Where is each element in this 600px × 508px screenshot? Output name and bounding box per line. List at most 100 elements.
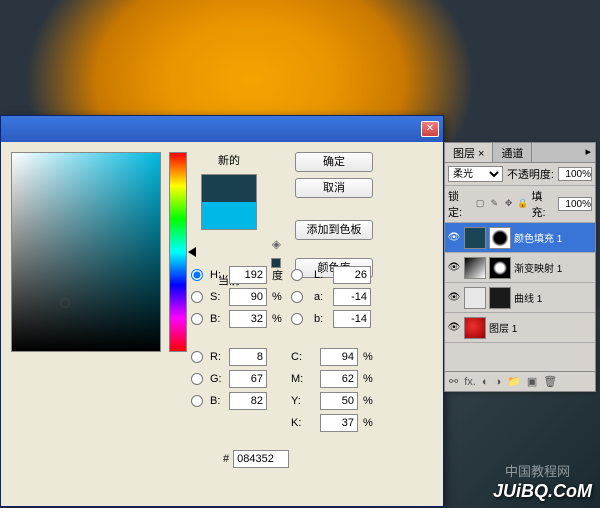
l-radio[interactable]	[291, 269, 303, 281]
visibility-icon[interactable]: 👁	[447, 292, 461, 303]
hue-slider[interactable]	[169, 152, 187, 352]
color-swatch	[201, 174, 257, 230]
dialog-titlebar[interactable]: ✕	[1, 116, 443, 142]
c-input[interactable]	[320, 348, 358, 366]
mask-icon[interactable]: ◐	[482, 376, 489, 388]
lock-transparent-icon[interactable]: ▢	[475, 198, 486, 210]
g-radio[interactable]	[191, 373, 203, 385]
c-unit: %	[363, 351, 379, 363]
folder-icon[interactable]: 📁	[507, 375, 521, 388]
s-unit: %	[272, 291, 288, 303]
layer-item[interactable]: 👁 颜色填充 1	[445, 223, 595, 253]
layer-thumb	[464, 227, 486, 249]
layer-name[interactable]: 图层 1	[489, 320, 593, 335]
opacity-label: 不透明度:	[507, 166, 554, 182]
lb-input[interactable]	[333, 310, 371, 328]
l-label: L:	[314, 269, 330, 281]
fx-icon[interactable]: fx.	[464, 376, 476, 388]
layer-mask-thumb	[489, 287, 511, 309]
layer-name[interactable]: 颜色填充 1	[514, 230, 593, 245]
trash-icon[interactable]: 🗑	[543, 375, 557, 388]
g-label: G:	[210, 373, 226, 385]
layer-name[interactable]: 渐变映射 1	[514, 260, 593, 275]
k-input[interactable]	[320, 414, 358, 432]
hex-label: #	[223, 453, 229, 465]
close-icon[interactable]: ✕	[421, 121, 439, 137]
bv-input[interactable]	[229, 310, 267, 328]
bb-input[interactable]	[229, 392, 267, 410]
new-color-swatch	[202, 175, 256, 202]
k-unit: %	[363, 417, 379, 429]
blend-mode-select[interactable]: 柔光	[448, 166, 503, 182]
layers-panel: 图层 × 通道 ▸ 柔光 不透明度: 锁定: ▢ ✎ ✥ 🔒 填充: 👁 颜色填…	[444, 142, 596, 392]
h-label: H:	[210, 269, 226, 281]
watermark-cn: 中国教程网	[505, 461, 570, 480]
web-safe-icon[interactable]: ◈	[272, 237, 281, 251]
tab-channels[interactable]: 通道	[493, 143, 532, 162]
r-input[interactable]	[229, 348, 267, 366]
layer-mask-thumb	[489, 257, 511, 279]
r-radio[interactable]	[191, 351, 203, 363]
a-input[interactable]	[333, 288, 371, 306]
y-label: Y:	[291, 395, 317, 407]
layer-thumb	[464, 317, 486, 339]
color-field[interactable]	[11, 152, 161, 352]
g-input[interactable]	[229, 370, 267, 388]
ok-button[interactable]: 确定	[295, 152, 373, 172]
h-input[interactable]	[229, 266, 267, 284]
s-label: S:	[210, 291, 226, 303]
fill-input[interactable]	[558, 197, 592, 211]
lock-position-icon[interactable]: ✥	[503, 198, 514, 210]
visibility-icon[interactable]: 👁	[447, 232, 461, 243]
layer-item[interactable]: 👁 图层 1	[445, 313, 595, 343]
color-picker-dialog: ✕ 新的 ◈ 当前 确定 取消 添加到色板 颜色库 H:	[0, 115, 444, 507]
y-input[interactable]	[320, 392, 358, 410]
m-label: M:	[291, 373, 317, 385]
panel-tabs: 图层 × 通道 ▸	[445, 143, 595, 163]
lb-radio[interactable]	[291, 313, 303, 325]
link-icon[interactable]: ⚯	[449, 375, 458, 388]
new-layer-icon[interactable]: ▣	[527, 375, 537, 388]
r-label: R:	[210, 351, 226, 363]
bb-radio[interactable]	[191, 395, 203, 407]
panel-menu-icon[interactable]: ▸	[581, 143, 595, 162]
layer-name[interactable]: 曲线 1	[514, 290, 593, 305]
m-input[interactable]	[320, 370, 358, 388]
layer-item[interactable]: 👁 曲线 1	[445, 283, 595, 313]
current-color-swatch	[202, 202, 256, 229]
opacity-input[interactable]	[558, 167, 592, 181]
lock-all-icon[interactable]: 🔒	[517, 198, 528, 210]
tab-layers[interactable]: 图层 ×	[445, 143, 493, 162]
layer-thumb	[464, 287, 486, 309]
watermark-en: JUiBQ.CoM	[493, 481, 592, 502]
bv-label: B:	[210, 313, 226, 325]
hue-slider-thumb[interactable]	[188, 247, 196, 257]
layer-thumb	[464, 257, 486, 279]
bv-radio[interactable]	[191, 313, 203, 325]
visibility-icon[interactable]: 👁	[447, 262, 461, 273]
h-unit: 度	[272, 267, 288, 283]
adjustment-icon[interactable]: ◑	[495, 376, 502, 388]
add-swatch-button[interactable]: 添加到色板	[295, 220, 373, 240]
bv-unit: %	[272, 313, 288, 325]
h-radio[interactable]	[191, 269, 203, 281]
bb-label: B:	[210, 395, 226, 407]
hex-input[interactable]	[233, 450, 289, 468]
c-label: C:	[291, 351, 317, 363]
cancel-button[interactable]: 取消	[295, 178, 373, 198]
color-picker-cursor	[60, 298, 70, 308]
lock-pixels-icon[interactable]: ✎	[489, 198, 500, 210]
lb-label: b:	[314, 313, 330, 325]
a-radio[interactable]	[291, 291, 303, 303]
l-input[interactable]	[333, 266, 371, 284]
lock-label: 锁定:	[448, 188, 472, 220]
y-unit: %	[363, 395, 379, 407]
k-label: K:	[291, 417, 317, 429]
fill-label: 填充:	[532, 188, 556, 220]
s-input[interactable]	[229, 288, 267, 306]
layer-item[interactable]: 👁 渐变映射 1	[445, 253, 595, 283]
s-radio[interactable]	[191, 291, 203, 303]
panel-footer: ⚯ fx. ◐ ◑ 📁 ▣ 🗑	[445, 371, 595, 391]
visibility-icon[interactable]: 👁	[447, 322, 461, 333]
a-label: a:	[314, 291, 330, 303]
